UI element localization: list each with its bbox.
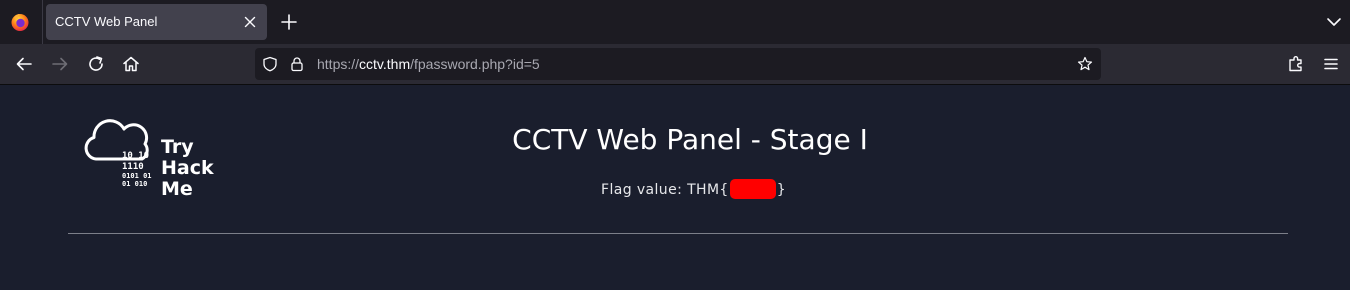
tab-separator bbox=[42, 0, 43, 44]
url-host: cctv.thm bbox=[359, 56, 411, 72]
navigation-toolbar: https://cctv.thm/fpassword.php?id=5 bbox=[0, 44, 1350, 84]
tab-title: CCTV Web Panel bbox=[55, 14, 158, 29]
shield-icon[interactable] bbox=[262, 56, 278, 72]
url-path: /fpassword.php?id=5 bbox=[410, 56, 540, 72]
menu-icon[interactable] bbox=[1321, 54, 1341, 74]
horizontal-rule bbox=[68, 233, 1288, 234]
page-content: 10 10 1110 0101 01 01 010 Try Hack Me CC… bbox=[0, 85, 1350, 290]
url-scheme: https:// bbox=[317, 56, 360, 72]
logo-binary-line: 1110 bbox=[122, 162, 144, 172]
back-arrow-icon[interactable] bbox=[14, 54, 34, 74]
firefox-icon[interactable] bbox=[10, 12, 30, 32]
redacted-flag bbox=[729, 179, 776, 199]
plus-icon[interactable] bbox=[280, 13, 298, 31]
forward-arrow-icon[interactable] bbox=[50, 54, 70, 74]
url-text[interactable]: https://cctv.thm/fpassword.php?id=5 bbox=[317, 56, 540, 72]
close-icon[interactable] bbox=[241, 13, 259, 31]
address-bar[interactable]: https://cctv.thm/fpassword.php?id=5 bbox=[255, 48, 1101, 80]
tab-strip: CCTV Web Panel bbox=[0, 0, 1350, 44]
logo-binary-line: 01 010 bbox=[122, 180, 147, 188]
chevron-down-icon[interactable] bbox=[1326, 14, 1342, 30]
flag-suffix: } bbox=[776, 182, 787, 198]
home-icon[interactable] bbox=[121, 54, 141, 74]
extensions-icon[interactable] bbox=[1286, 54, 1306, 74]
flag-label: Flag value: THM{ bbox=[601, 182, 729, 198]
logo-binary-line: 0101 01 bbox=[122, 172, 152, 180]
star-icon[interactable] bbox=[1077, 56, 1093, 72]
flag-value-line: Flag value: THM{} bbox=[601, 179, 786, 199]
page-title: CCTV Web Panel - Stage I bbox=[512, 123, 868, 156]
logo-word: Hack bbox=[161, 157, 214, 179]
tab-cctv-web-panel[interactable]: CCTV Web Panel bbox=[46, 4, 267, 40]
lock-icon[interactable] bbox=[289, 56, 305, 72]
logo-word: Me bbox=[161, 178, 193, 197]
reload-icon[interactable] bbox=[86, 54, 106, 74]
